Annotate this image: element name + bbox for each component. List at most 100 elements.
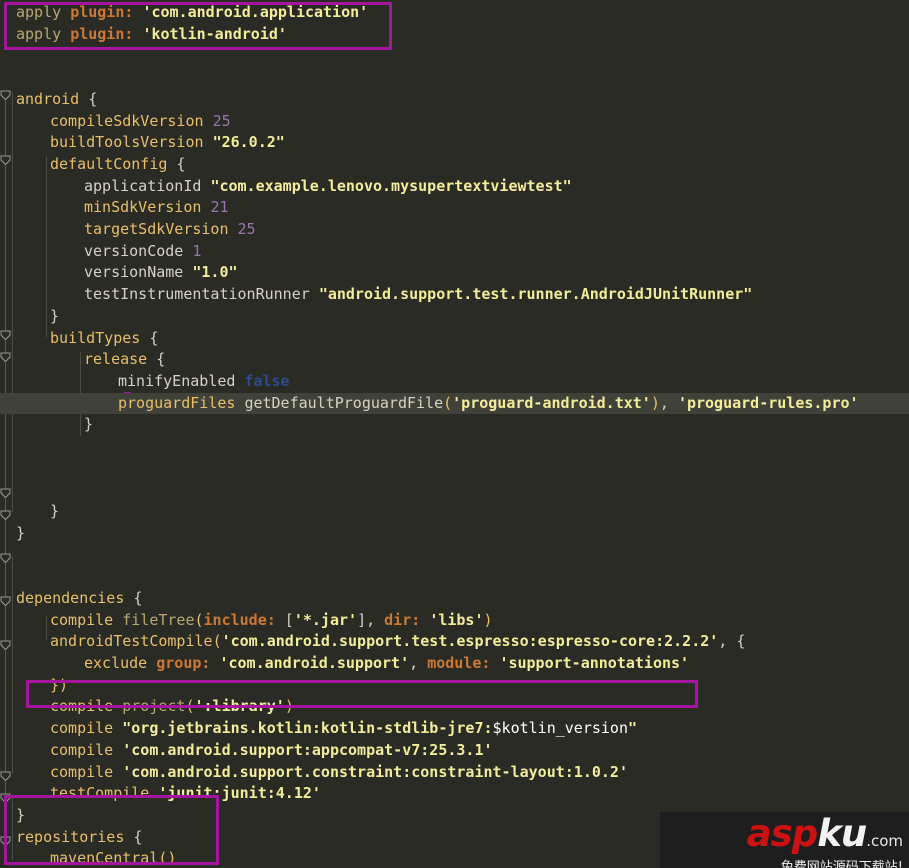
code-line[interactable]: applicationId "com.example.lenovo.mysupe… xyxy=(0,176,572,198)
code-token: proguardFiles xyxy=(118,393,236,412)
code-token: 'proguard-rules.pro' xyxy=(677,393,859,412)
code-line-text: buildTypes { xyxy=(8,329,158,347)
code-line[interactable]: apply plugin: 'com.android.application' xyxy=(0,2,368,24)
code-line-text: repositories { xyxy=(8,828,142,846)
code-line-text: } xyxy=(8,524,25,542)
code-line[interactable] xyxy=(0,458,16,480)
code-line[interactable]: versionCode 1 xyxy=(0,241,201,263)
code-line[interactable]: android { xyxy=(0,89,97,111)
code-token: ( xyxy=(443,393,453,412)
code-token: 'com.android.support' xyxy=(219,654,410,672)
code-line[interactable]: repositories { xyxy=(0,827,142,849)
watermark-brand-first: asp xyxy=(746,812,818,855)
code-line-text: compile "org.jetbrains.kotlin:kotlin-std… xyxy=(8,719,637,737)
code-line[interactable]: mavenCentral() xyxy=(0,848,176,868)
code-token: 'junit:junit:4.12' xyxy=(158,784,321,803)
code-line[interactable]: defaultConfig { xyxy=(0,154,185,176)
code-line[interactable]: proguardFiles getDefaultProguardFile( 'pr… xyxy=(0,392,909,415)
watermark-subtitle: 免费网站源码下载站! xyxy=(780,860,903,868)
code-line-text: compile 'com.android.support.constraint:… xyxy=(8,763,628,781)
code-token: ( xyxy=(185,697,195,716)
code-token: repositories xyxy=(16,827,125,846)
code-line[interactable] xyxy=(0,67,16,89)
code-line[interactable]: versionName "1.0" xyxy=(0,262,238,284)
code-line[interactable]: } xyxy=(0,501,59,523)
code-line[interactable]: } xyxy=(0,805,25,827)
code-line[interactable]: }) xyxy=(0,675,68,697)
code-token: getDefaultProguardFile xyxy=(244,393,444,412)
code-token: compileSdkVersion xyxy=(50,111,204,130)
code-line[interactable]: compile 'com.android.support.constraint:… xyxy=(0,762,628,784)
code-line[interactable] xyxy=(0,45,16,67)
code-line[interactable]: testCompile 'junit:junit:4.12' xyxy=(0,783,321,805)
code-token: "android.support.test.runner.AndroidJUni… xyxy=(318,285,753,304)
code-line-text: testInstrumentationRunner "android.suppo… xyxy=(8,285,752,303)
code-line[interactable]: androidTestCompile('com.android.support.… xyxy=(0,631,745,653)
code-token: , { xyxy=(718,632,746,651)
code-editor[interactable]: apply plugin: 'com.android.application' a… xyxy=(0,0,909,868)
code-line[interactable]: minSdkVersion 21 xyxy=(0,197,229,219)
code-token: ) xyxy=(284,697,294,716)
code-line[interactable]: compile 'com.android.support:appcompat-v… xyxy=(0,740,493,762)
code-line[interactable] xyxy=(0,436,16,458)
code-line[interactable]: buildToolsVersion "26.0.2" xyxy=(0,132,285,154)
code-token: project xyxy=(122,697,186,716)
code-line[interactable]: buildTypes { xyxy=(0,328,158,350)
code-line[interactable]: } xyxy=(0,414,93,436)
code-token: include: xyxy=(203,610,276,629)
code-line[interactable]: compile fileTree(include: ['*.jar'], dir… xyxy=(0,610,493,632)
code-line[interactable]: } xyxy=(0,306,59,328)
code-line[interactable]: minifyEnabled false xyxy=(0,371,290,393)
code-token: ':library' xyxy=(194,697,285,716)
code-token: '*.jar' xyxy=(293,610,358,629)
code-token: compile xyxy=(50,697,114,716)
code-token: mavenCentral xyxy=(50,849,159,868)
code-token: defaultConfig xyxy=(50,154,168,173)
code-line[interactable] xyxy=(0,479,16,501)
code-token: apply xyxy=(16,3,62,21)
code-token: compile xyxy=(50,762,114,781)
code-line-text: exclude group: 'com.android.support', mo… xyxy=(8,654,689,672)
code-token: } xyxy=(50,306,60,325)
code-line[interactable]: compileSdkVersion 25 xyxy=(0,111,231,133)
code-token: compile xyxy=(50,740,114,759)
code-token: 'kotlin-android' xyxy=(142,24,287,43)
code-token: 1 xyxy=(192,241,202,260)
code-token: }) xyxy=(50,675,69,694)
code-line[interactable]: release { xyxy=(0,349,165,371)
code-token: } xyxy=(16,523,26,542)
code-line[interactable]: } xyxy=(0,523,25,545)
code-line[interactable] xyxy=(0,545,16,567)
code-line-text: } xyxy=(8,806,25,824)
code-token: applicationId xyxy=(84,176,202,195)
code-line[interactable]: compile "org.jetbrains.kotlin:kotlin-std… xyxy=(0,718,637,740)
code-token: 'support-annotations' xyxy=(499,654,690,672)
code-line-text: minSdkVersion 21 xyxy=(8,198,229,216)
code-token: { xyxy=(124,827,143,846)
code-line-text: android { xyxy=(8,90,97,108)
code-line[interactable]: targetSdkVersion 25 xyxy=(0,219,256,241)
code-token: 'com.android.application' xyxy=(142,3,369,21)
code-token: ) xyxy=(483,610,493,629)
code-line[interactable]: exclude group: 'com.android.support', mo… xyxy=(0,653,689,675)
code-line[interactable] xyxy=(0,566,16,588)
code-line[interactable]: apply plugin: 'kotlin-android' xyxy=(0,24,287,46)
code-token: buildTypes xyxy=(50,328,141,347)
code-content[interactable]: apply plugin: 'com.android.application' a… xyxy=(0,0,909,868)
code-token: android xyxy=(16,89,80,108)
code-token: ( xyxy=(212,632,222,651)
code-line[interactable]: dependencies { xyxy=(0,588,142,610)
code-line[interactable]: compile project(':library') xyxy=(0,696,294,718)
code-line[interactable]: testInstrumentationRunner "android.suppo… xyxy=(0,284,752,306)
